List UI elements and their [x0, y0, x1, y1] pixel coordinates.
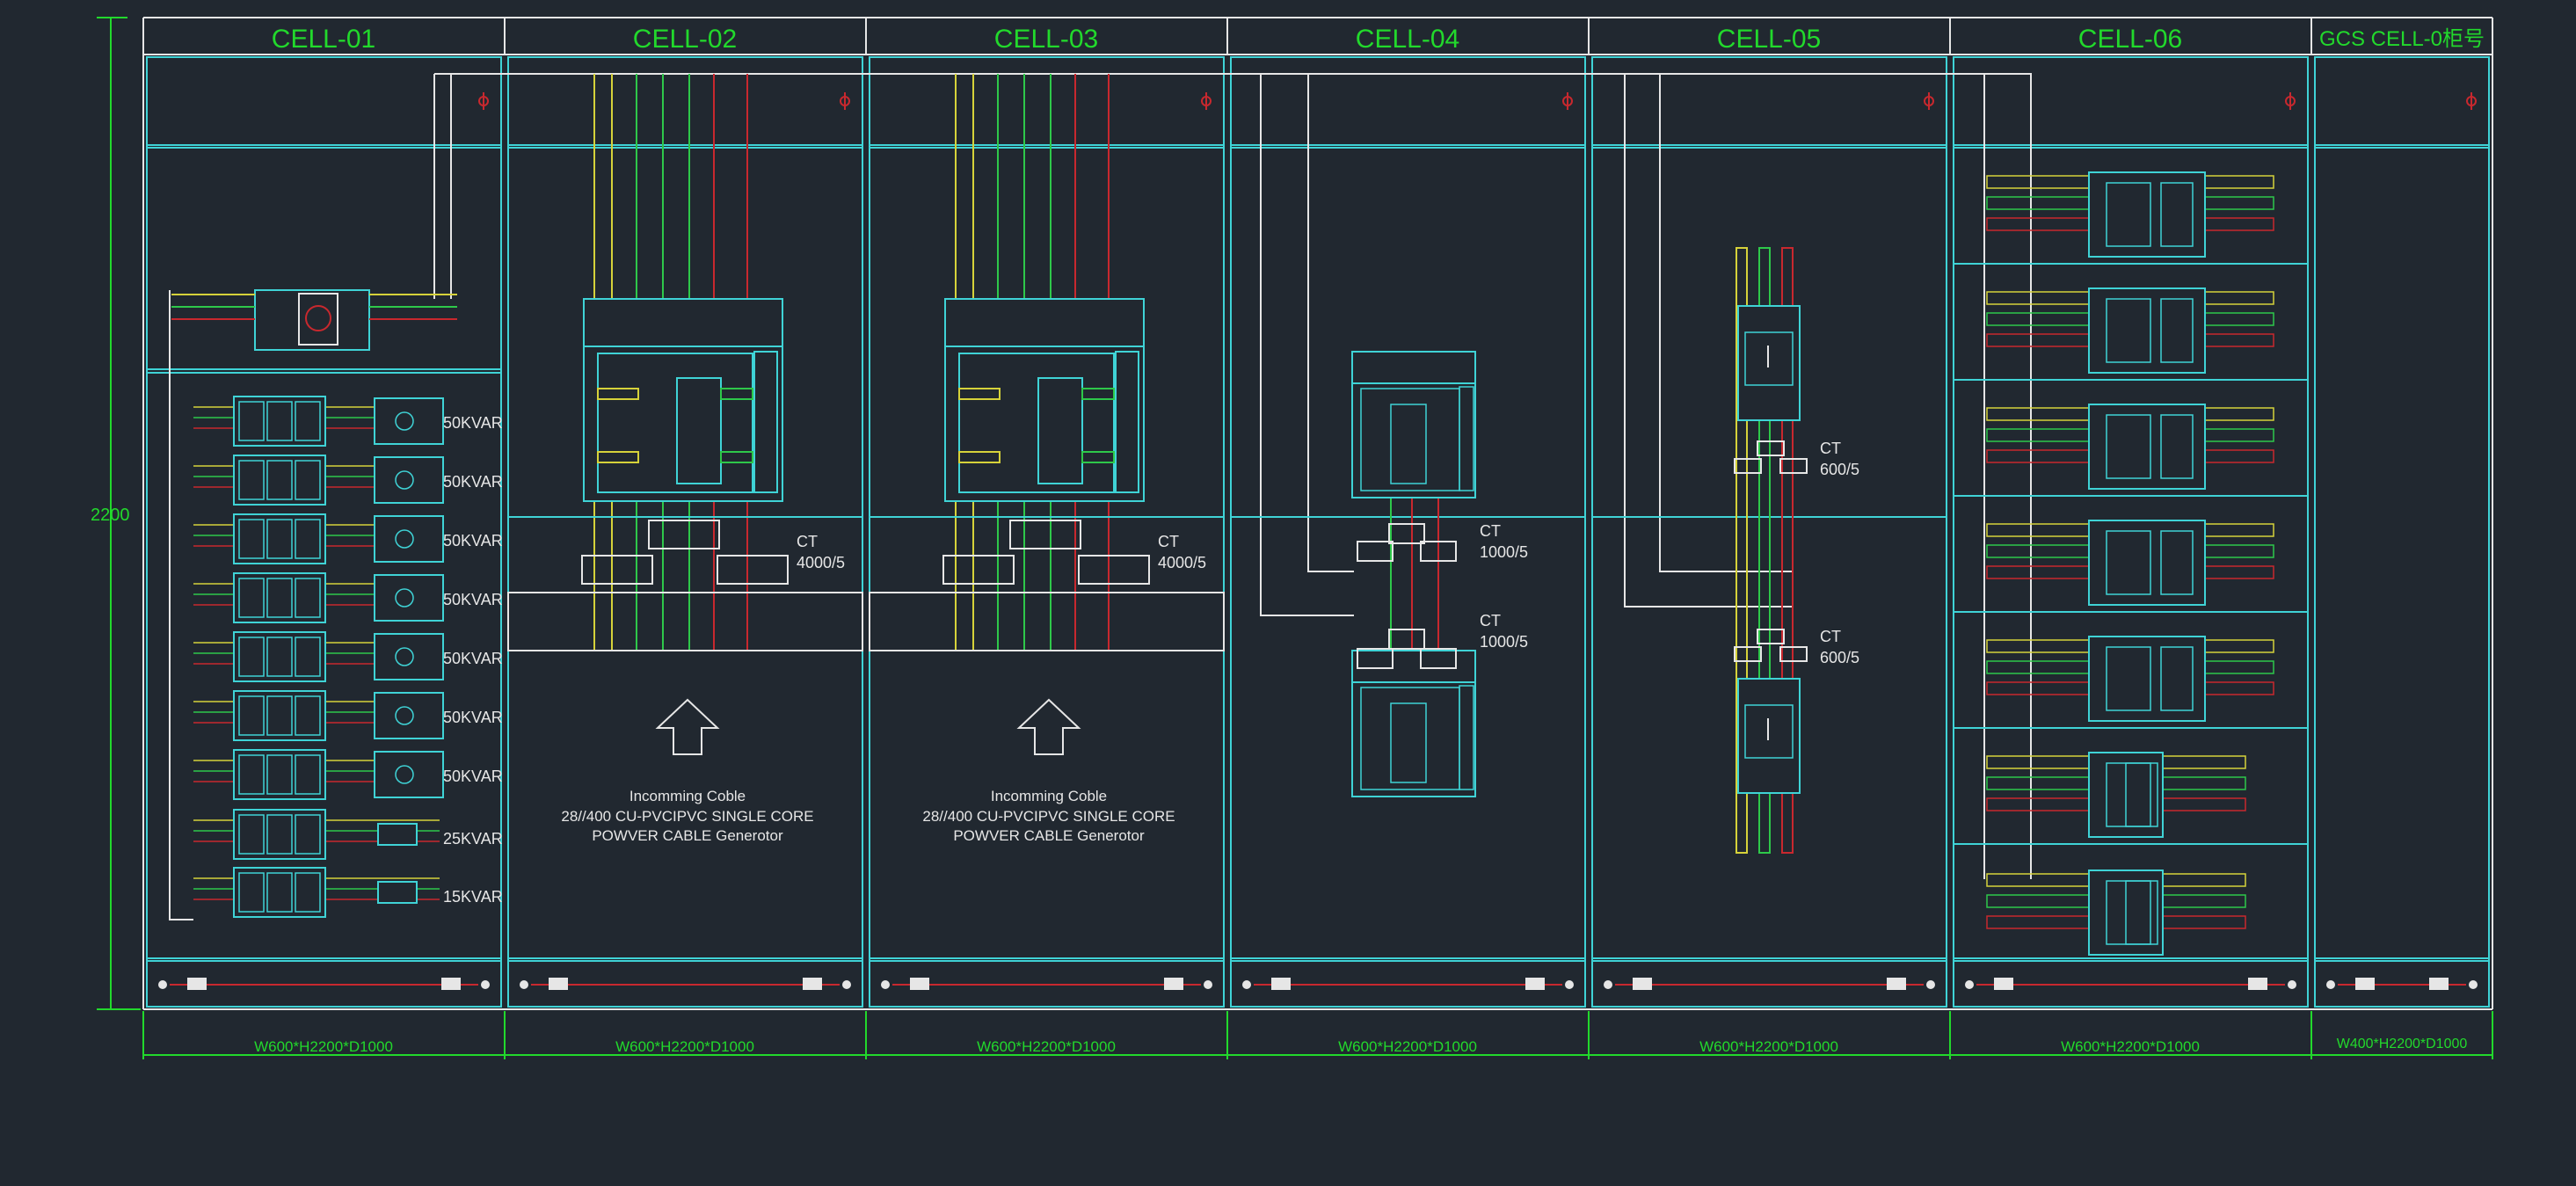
cell-size-04: W600*H2200*D1000 — [1338, 1038, 1477, 1055]
cable-note-c2-3: POWVER CABLE Generotor — [592, 827, 783, 844]
base-bolt-right — [1204, 980, 1212, 989]
ct-label-c4u-b: 1000/5 — [1480, 543, 1528, 561]
cap-label-2: 50KVAR — [443, 473, 503, 491]
ct-label-c3-b: 4000/5 — [1158, 554, 1206, 571]
cell-title-07: GCS CELL-0柜号 — [2319, 27, 2485, 51]
cap-label-6: 50KVAR — [443, 709, 503, 726]
moulded-case-breaker — [1351, 351, 1476, 498]
cap-label-8: 25KVAR — [443, 830, 503, 848]
base-bolt-right — [1565, 980, 1574, 989]
base-terminal-right — [1887, 978, 1906, 990]
cell-size-06: W600*H2200*D1000 — [2061, 1038, 2200, 1055]
cable-note-c3-1: Incomming Coble — [991, 788, 1107, 804]
base-bolt-right — [2288, 980, 2296, 989]
cable-note-c3-2: 28//400 CU-PVCIPVC SINGLE CORE — [922, 808, 1175, 825]
cell-title-03: CELL-03 — [994, 25, 1098, 54]
contactor — [233, 867, 326, 918]
switchgear-elevation-drawing: 2200 CELL-01 CELL-02 CELL-03 CELL-04 CEL… — [0, 0, 2576, 1186]
base-bolt-left — [1604, 980, 1612, 989]
base-bolt-left — [520, 980, 528, 989]
contactor — [233, 513, 326, 564]
base-bolt-right — [481, 980, 490, 989]
ct-label-c4u-a: CT — [1480, 522, 1501, 540]
base-bolt-left — [1965, 980, 1974, 989]
cap-label-3: 50KVAR — [443, 532, 503, 549]
contactor — [233, 809, 326, 860]
base-bolt-right — [2469, 980, 2478, 989]
cell-size-02: W600*H2200*D1000 — [615, 1038, 754, 1055]
contactor — [233, 572, 326, 623]
capacitor-unit — [374, 751, 444, 798]
capacitor-unit — [374, 574, 444, 622]
cap-label-9: 15KVAR — [443, 888, 503, 906]
capacitor-unit — [374, 692, 444, 739]
ct-label-c2-b: 4000/5 — [797, 554, 845, 571]
cap-label-7: 50KVAR — [443, 768, 503, 785]
contactor — [233, 396, 326, 447]
capacitor-unit — [374, 456, 444, 504]
contactor — [233, 749, 326, 800]
ct-label-c2-a: CT — [797, 533, 818, 550]
ct-label-c5u-b: 600/5 — [1820, 461, 1859, 478]
cell-title-06: CELL-06 — [2078, 25, 2182, 54]
base-terminal-left — [910, 978, 929, 990]
cell-title-01: CELL-01 — [272, 25, 375, 54]
base-terminal-left — [549, 978, 568, 990]
cell-title-02: CELL-02 — [633, 25, 737, 54]
base-bolt-left — [881, 980, 890, 989]
moulded-case-breaker — [1351, 650, 1476, 797]
base-bolt-left — [1242, 980, 1251, 989]
ct-label-c3-a: CT — [1158, 533, 1179, 550]
cap-label-5: 50KVAR — [443, 650, 503, 667]
contactor — [233, 690, 326, 741]
base-terminal-right — [803, 978, 822, 990]
base-terminal-left — [1633, 978, 1652, 990]
cell-title-05: CELL-05 — [1717, 25, 1821, 54]
contactor — [233, 631, 326, 682]
cable-note-c3-3: POWVER CABLE Generotor — [953, 827, 1145, 844]
base-bolt-left — [158, 980, 167, 989]
base-bolt-right — [842, 980, 851, 989]
base-terminal-left — [1271, 978, 1291, 990]
capacitor-unit — [374, 633, 444, 680]
base-terminal-right — [441, 978, 461, 990]
ct-label-c5l-b: 600/5 — [1820, 649, 1859, 666]
cell-size-03: W600*H2200*D1000 — [977, 1038, 1116, 1055]
cell-size-07: W400*H2200*D1000 — [2337, 1037, 2468, 1051]
ct-label-c5u-a: CT — [1820, 440, 1841, 457]
contactor — [233, 455, 326, 506]
base-terminal-left — [187, 978, 207, 990]
cell-title-04: CELL-04 — [1356, 25, 1459, 54]
cable-note-c2-1: Incomming Coble — [629, 788, 746, 804]
base-bolt-left — [2326, 980, 2335, 989]
ct-label-c5l-a: CT — [1820, 628, 1841, 645]
capacitor-unit — [374, 397, 444, 445]
base-terminal-right — [2248, 978, 2267, 990]
height-dimension-label: 2200 — [91, 506, 130, 525]
base-terminal-right — [2429, 978, 2449, 990]
capacitor-labels: 50KVAR 50KVAR 50KVAR 50KVAR 50KVAR 50KVA… — [443, 414, 503, 906]
base-terminal-left — [1994, 978, 2013, 990]
base-bolt-right — [1926, 980, 1935, 989]
base-terminal-right — [1164, 978, 1183, 990]
capacitor-unit-small — [377, 881, 418, 904]
cable-note-c2-2: 28//400 CU-PVCIPVC SINGLE CORE — [561, 808, 813, 825]
capacitor-unit — [374, 515, 444, 563]
cap-label-1: 50KVAR — [443, 414, 503, 432]
base-terminal-right — [1525, 978, 1545, 990]
cap-label-4: 50KVAR — [443, 591, 503, 608]
cell-size-05: W600*H2200*D1000 — [1699, 1038, 1838, 1055]
ct-label-c4l-b: 1000/5 — [1480, 633, 1528, 651]
capacitor-unit-small — [377, 823, 418, 846]
cell-size-01: W600*H2200*D1000 — [254, 1038, 393, 1055]
base-terminal-left — [2355, 978, 2375, 990]
ct-label-c4l-a: CT — [1480, 612, 1501, 629]
